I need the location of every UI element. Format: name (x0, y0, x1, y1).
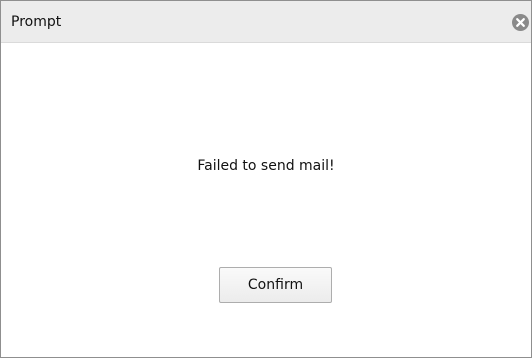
confirm-button[interactable]: Confirm (219, 267, 332, 303)
prompt-dialog: Prompt Failed to send mail! Confirm (0, 0, 532, 358)
dialog-titlebar[interactable]: Prompt (1, 1, 531, 43)
dialog-title: Prompt (11, 14, 62, 30)
dialog-message: Failed to send mail! (197, 158, 335, 174)
close-button[interactable] (512, 14, 529, 31)
close-icon (516, 18, 525, 27)
